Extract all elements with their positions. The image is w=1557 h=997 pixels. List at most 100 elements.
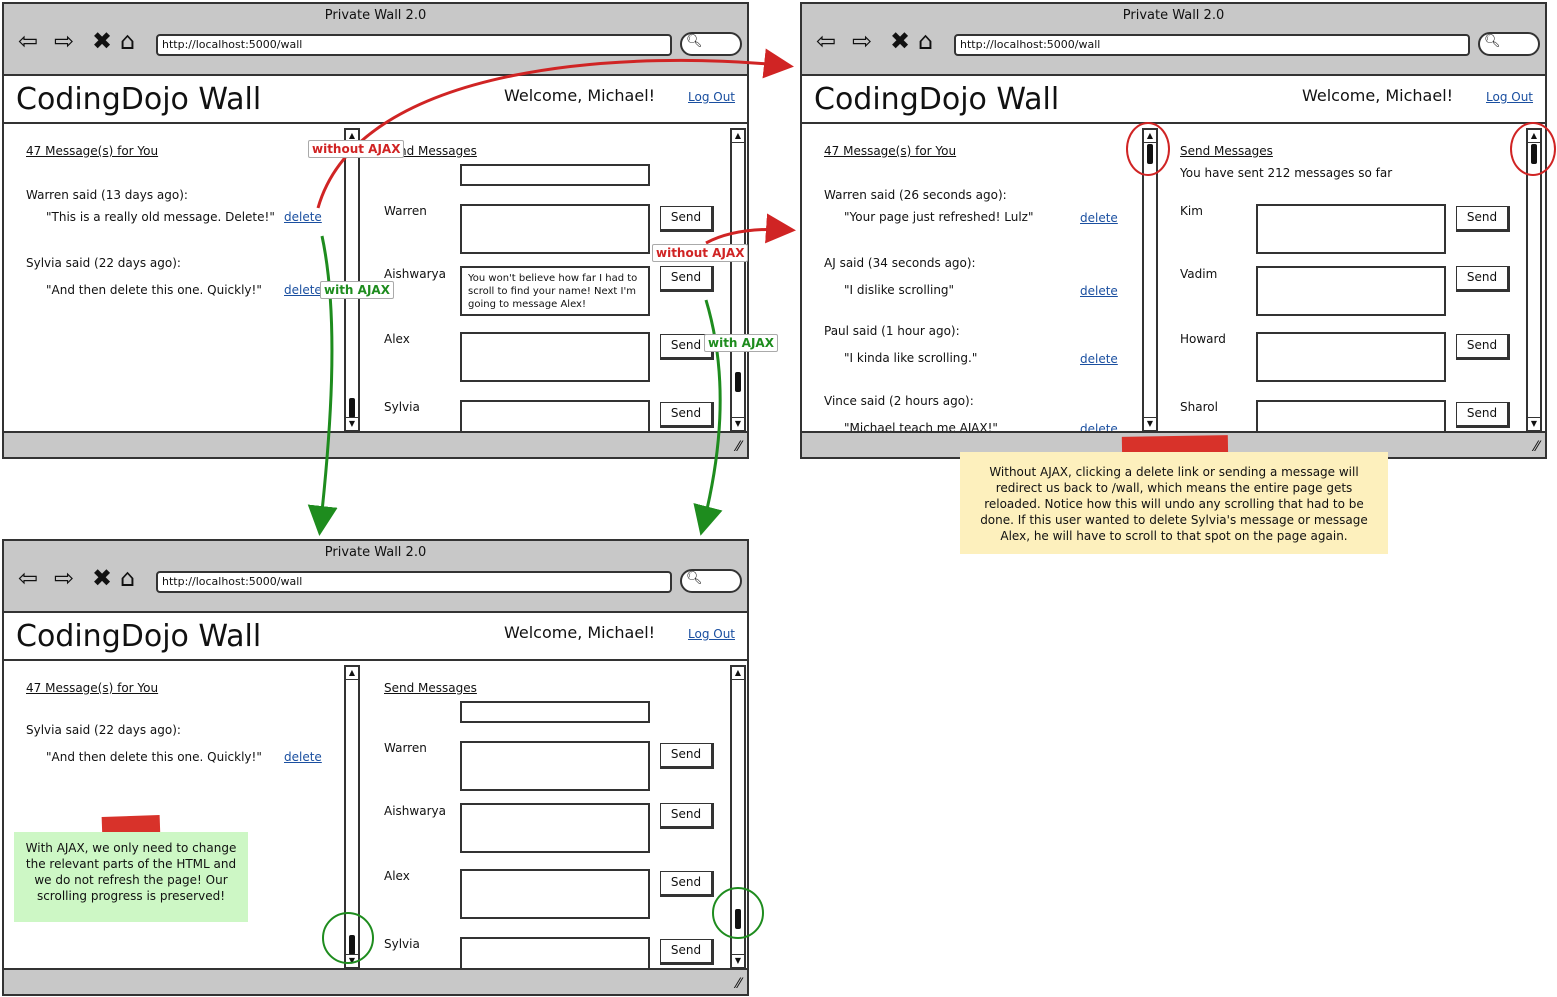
forward-icon[interactable]: ⇨ [54, 565, 74, 591]
forward-icon[interactable]: ⇨ [54, 28, 74, 54]
logout-link[interactable]: Log Out [688, 627, 735, 641]
logout-link[interactable]: Log Out [1486, 90, 1533, 104]
home-icon[interactable]: ⌂ [918, 28, 933, 54]
message-field[interactable] [460, 204, 650, 254]
send-button[interactable]: Send [660, 871, 714, 897]
highlight-ring-green [712, 887, 764, 939]
home-icon[interactable]: ⌂ [120, 565, 135, 591]
browser-chrome: Private Wall 2.0 ⇦ ⇨ ✖ ⌂ http://localhos… [4, 541, 747, 613]
browser-window-with-ajax: Private Wall 2.0 ⇦ ⇨ ✖ ⌂ http://localhos… [2, 539, 749, 996]
with-ajax-label: with AJAX [704, 334, 778, 352]
with-ajax-label: with AJAX [320, 281, 394, 299]
scroll-thumb[interactable] [349, 398, 355, 418]
messages-heading: 47 Message(s) for You [26, 681, 159, 695]
logout-link[interactable]: Log Out [688, 90, 735, 104]
without-ajax-label: without AJAX [652, 244, 749, 262]
stop-icon[interactable]: ✖ [92, 28, 112, 54]
page-content: 47 Message(s) for You Warren said (13 da… [4, 124, 747, 433]
scroll-thumb[interactable] [735, 372, 741, 392]
search-field[interactable]: 🔍︎ [1478, 32, 1540, 56]
address-bar[interactable]: http://localhost:5000/wall [156, 571, 672, 593]
site-brand: CodingDojo Wall [16, 82, 262, 117]
send-button[interactable]: Send [1456, 402, 1510, 428]
back-icon[interactable]: ⇦ [18, 28, 38, 54]
message-field[interactable] [1256, 204, 1446, 254]
delete-link[interactable]: delete [284, 210, 322, 224]
scroll-down-icon[interactable]: ▼ [732, 954, 744, 967]
draft-text: You won't believe how far I had to scrol… [468, 273, 638, 310]
send-button[interactable]: Send [660, 743, 714, 769]
status-bar: ⁄⁄ [4, 431, 747, 457]
browser-window-without-ajax: Private Wall 2.0 ⇦ ⇨ ✖ ⌂ http://localhos… [800, 2, 1547, 459]
send-heading: Send Messages [384, 681, 477, 695]
send-button[interactable]: Send [660, 402, 714, 428]
scroll-down-icon[interactable]: ▼ [1144, 417, 1156, 430]
message-field[interactable] [460, 937, 650, 970]
home-icon[interactable]: ⌂ [120, 28, 135, 54]
send-button[interactable]: Send [660, 803, 714, 829]
send-button[interactable]: Send [660, 939, 714, 965]
recipient-name: Aishwarya [384, 267, 446, 281]
address-bar[interactable]: http://localhost:5000/wall [156, 34, 672, 56]
scroll-up-icon[interactable]: ▲ [346, 667, 358, 680]
message-field[interactable] [460, 332, 650, 382]
delete-link[interactable]: delete [284, 750, 322, 764]
messages-scrollbar[interactable]: ▲ ▼ [344, 128, 360, 432]
message-author: Sylvia said (22 days ago): [26, 723, 181, 737]
delete-link[interactable]: delete [284, 283, 322, 297]
with-ajax-note: With AJAX, we only need to change the re… [14, 832, 248, 922]
resize-grip-icon[interactable]: ⁄⁄ [736, 439, 741, 455]
back-icon[interactable]: ⇦ [18, 565, 38, 591]
message-text: "I dislike scrolling" [844, 283, 955, 297]
search-field[interactable]: 🔍︎ [680, 569, 742, 593]
search-recipient-field[interactable] [460, 701, 650, 723]
resize-grip-icon[interactable]: ⁄⁄ [736, 976, 741, 992]
resize-grip-icon[interactable]: ⁄⁄ [1534, 439, 1539, 455]
send-scrollbar[interactable]: ▲ ▼ [730, 128, 746, 432]
send-button[interactable]: Send [1456, 206, 1510, 232]
delete-link[interactable]: delete [1080, 211, 1118, 225]
window-title: Private Wall 2.0 [1122, 8, 1225, 23]
message-author: AJ said (34 seconds ago): [824, 256, 976, 270]
message-author: Warren said (13 days ago): [26, 188, 188, 202]
recipient-name: Sylvia [384, 937, 420, 951]
message-field[interactable] [1256, 266, 1446, 316]
scroll-up-icon[interactable]: ▲ [732, 130, 744, 143]
message-field[interactable]: You won't believe how far I had to scrol… [460, 266, 650, 316]
welcome-text: Welcome, Michael! [504, 86, 656, 105]
message-field[interactable] [460, 400, 650, 433]
recipient-name: Alex [384, 332, 410, 346]
message-field[interactable] [1256, 400, 1446, 433]
window-title: Private Wall 2.0 [324, 545, 427, 560]
stop-icon[interactable]: ✖ [890, 28, 910, 54]
address-bar[interactable]: http://localhost:5000/wall [954, 34, 1470, 56]
delete-link[interactable]: delete [1080, 284, 1118, 298]
forward-icon[interactable]: ⇨ [852, 28, 872, 54]
send-button[interactable]: Send [1456, 266, 1510, 292]
sent-count: You have sent 212 messages so far [1180, 166, 1393, 180]
send-button[interactable]: Send [1456, 334, 1510, 360]
scroll-down-icon[interactable]: ▼ [732, 417, 744, 430]
welcome-text: Welcome, Michael! [504, 623, 656, 642]
search-recipient-field[interactable] [460, 164, 650, 186]
browser-window-before: Private Wall 2.0 ⇦ ⇨ ✖ ⌂ http://localhos… [2, 2, 749, 459]
recipient-name: Kim [1180, 204, 1203, 218]
highlight-ring-green [322, 912, 374, 964]
message-author: Warren said (26 seconds ago): [824, 188, 1007, 202]
stop-icon[interactable]: ✖ [92, 565, 112, 591]
scroll-up-icon[interactable]: ▲ [732, 667, 744, 680]
send-button[interactable]: Send [660, 266, 714, 292]
highlight-ring-red [1510, 122, 1556, 176]
message-field[interactable] [1256, 332, 1446, 382]
message-field[interactable] [460, 741, 650, 791]
delete-link[interactable]: delete [1080, 352, 1118, 366]
message-field[interactable] [460, 869, 650, 919]
search-field[interactable]: 🔍︎ [680, 32, 742, 56]
message-text: "And then delete this one. Quickly!" [46, 283, 262, 297]
back-icon[interactable]: ⇦ [816, 28, 836, 54]
send-button[interactable]: Send [660, 206, 714, 232]
scroll-down-icon[interactable]: ▼ [1528, 417, 1540, 430]
message-field[interactable] [460, 803, 650, 853]
scroll-down-icon[interactable]: ▼ [346, 417, 358, 430]
message-text: "This is a really old message. Delete!" [46, 210, 275, 224]
